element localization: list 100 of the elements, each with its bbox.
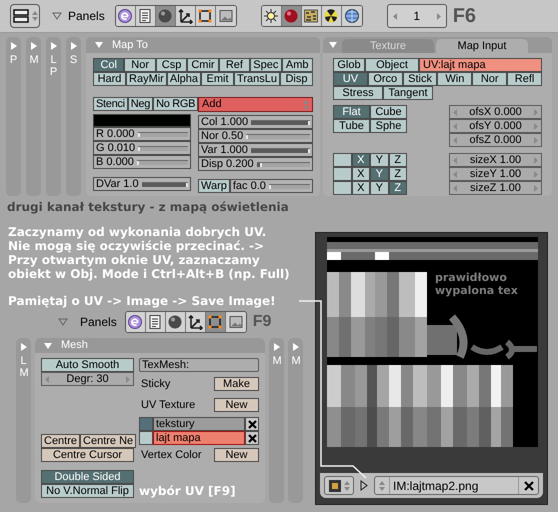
context-button[interactable]	[206, 312, 226, 332]
slider[interactable]: Nor 0.50	[198, 129, 313, 143]
render-toggle[interactable]	[139, 417, 153, 431]
slider[interactable]: B 0.000	[93, 155, 191, 169]
blank-toggle-button[interactable]	[333, 181, 352, 195]
toggle-button[interactable]: Sphe	[370, 119, 407, 133]
slider[interactable]: G 0.010	[93, 141, 191, 155]
frame-field[interactable]: 1	[386, 4, 447, 28]
toggle-button[interactable]: Z	[388, 153, 407, 167]
make-button[interactable]: Make	[214, 377, 259, 392]
toggle-button[interactable]: Auto Smooth	[41, 358, 134, 372]
delete-button[interactable]	[245, 431, 259, 445]
toggle-button[interactable]: Stick	[402, 72, 438, 86]
color-swatch[interactable]	[93, 114, 191, 127]
toggle-button[interactable]: Csp	[156, 58, 188, 72]
toggle-button[interactable]: TransLu	[234, 72, 280, 86]
number-field[interactable]: sizeY 1.00	[449, 167, 542, 181]
blend-mode-dropdown[interactable]: Add	[198, 97, 313, 112]
uv-layer-item[interactable]: tekstury	[153, 417, 245, 431]
number-field[interactable]: sizeZ 1.00	[449, 181, 542, 195]
blank-toggle-button[interactable]	[333, 153, 352, 167]
uv-layer-field[interactable]: UV:lajt mapa	[419, 58, 542, 72]
new-button[interactable]: New	[214, 448, 259, 462]
texmesh-field[interactable]: TexMesh:	[139, 358, 259, 372]
toggle-button[interactable]: Flat	[333, 105, 370, 119]
centre-new-button[interactable]: Centre Ne	[80, 434, 136, 448]
toggle-button[interactable]: RayMir	[126, 72, 167, 86]
panel-tab[interactable]: Map Input	[436, 39, 528, 53]
toggle-button[interactable]: UV	[333, 72, 368, 86]
toggle-button[interactable]: Neg	[128, 97, 154, 111]
context-button[interactable]	[322, 6, 342, 26]
context-button[interactable]	[186, 312, 206, 332]
toggle-button[interactable]: Hard	[93, 72, 126, 86]
context-button[interactable]	[196, 6, 216, 26]
toggle-button[interactable]: Alpha	[166, 72, 201, 86]
toggle-button[interactable]: Nor	[124, 58, 156, 72]
context-button[interactable]	[166, 312, 186, 332]
slider[interactable]: Disp 0.200	[198, 157, 313, 171]
number-field[interactable]: sizeX 1.00	[449, 153, 542, 167]
context-button[interactable]	[146, 312, 166, 332]
blank-toggle-button[interactable]	[333, 167, 352, 181]
toggle-button[interactable]: Disp	[280, 72, 313, 86]
editor-type-menu[interactable]	[324, 476, 354, 495]
toggle-button[interactable]: Cmir	[187, 58, 219, 72]
toggle-button[interactable]: Y	[370, 153, 388, 167]
number-field[interactable]: ofsX 0.000	[449, 105, 542, 119]
slider[interactable]: DVar 1.0	[93, 177, 191, 191]
number-field[interactable]: ofsY 0.000	[449, 119, 542, 133]
slider[interactable]: fac 0.0	[230, 179, 313, 193]
delete-button[interactable]	[245, 417, 259, 431]
toggle-button[interactable]: Amb	[282, 58, 313, 72]
toggle-button[interactable]: Y	[370, 181, 388, 195]
toggle-button[interactable]: Z	[388, 167, 407, 181]
toggle-button[interactable]: X	[352, 153, 370, 167]
slider[interactable]: Col 1.000	[198, 115, 313, 129]
toggle-button[interactable]: Win	[437, 72, 472, 86]
context-button[interactable]	[136, 6, 156, 26]
toggle-button[interactable]: Stenci	[93, 97, 128, 111]
toggle-button[interactable]: Z	[388, 181, 407, 195]
slider[interactable]: R 0.000	[93, 127, 191, 141]
context-button[interactable]	[126, 312, 146, 332]
toggle-button[interactable]: Nor	[472, 72, 508, 86]
context-button[interactable]	[176, 6, 196, 26]
toggle-button[interactable]: Orco	[368, 72, 403, 86]
toggle-button[interactable]: No RGB	[153, 97, 198, 111]
centre-cursor-button[interactable]: Centre Cursor	[41, 448, 134, 462]
number-field[interactable]: Degr: 30	[41, 372, 134, 386]
render-toggle[interactable]	[139, 431, 153, 445]
window-type-menu[interactable]	[10, 4, 40, 28]
toggle-button[interactable]: Glob	[333, 58, 365, 72]
centre-button[interactable]: Centre	[41, 434, 80, 448]
context-button[interactable]	[342, 6, 362, 26]
toggle-button[interactable]: Object	[365, 58, 419, 72]
square-icon	[207, 314, 224, 330]
image-name-field[interactable]: IM:lajtmap2.png	[374, 476, 539, 495]
hotkey-label: F9	[252, 312, 272, 332]
context-button[interactable]	[262, 6, 282, 26]
context-button[interactable]	[302, 6, 322, 26]
context-button[interactable]	[226, 312, 246, 332]
toggle-button[interactable]: Double Sided	[41, 470, 134, 484]
toggle-button[interactable]: Y	[370, 167, 388, 181]
toggle-button[interactable]: Warp	[198, 179, 230, 193]
toggle-button[interactable]: X	[352, 181, 370, 195]
toggle-button[interactable]: Tangent	[383, 86, 433, 100]
toggle-button[interactable]: Spec	[250, 58, 282, 72]
toggle-button[interactable]: Tube	[333, 119, 370, 133]
toggle-button[interactable]: Emit	[201, 72, 234, 86]
number-field[interactable]: ofsZ 0.000	[449, 133, 542, 147]
toggle-button[interactable]: Refl	[507, 72, 542, 86]
toggle-button[interactable]: Col	[93, 58, 124, 72]
context-button[interactable]	[116, 6, 136, 26]
slider[interactable]: Var 1.000	[198, 143, 313, 157]
toggle-button[interactable]: Cube	[370, 105, 407, 119]
toggle-button[interactable]: Stress	[333, 86, 383, 100]
new-button[interactable]: New	[214, 398, 259, 412]
uv-layer-item[interactable]: lajt mapa	[153, 431, 245, 445]
context-button[interactable]	[216, 6, 236, 26]
toggle-button[interactable]: Ref	[218, 58, 250, 72]
toggle-button[interactable]: No V.Normal Flip	[41, 484, 134, 498]
toggle-button[interactable]: X	[352, 167, 370, 181]
